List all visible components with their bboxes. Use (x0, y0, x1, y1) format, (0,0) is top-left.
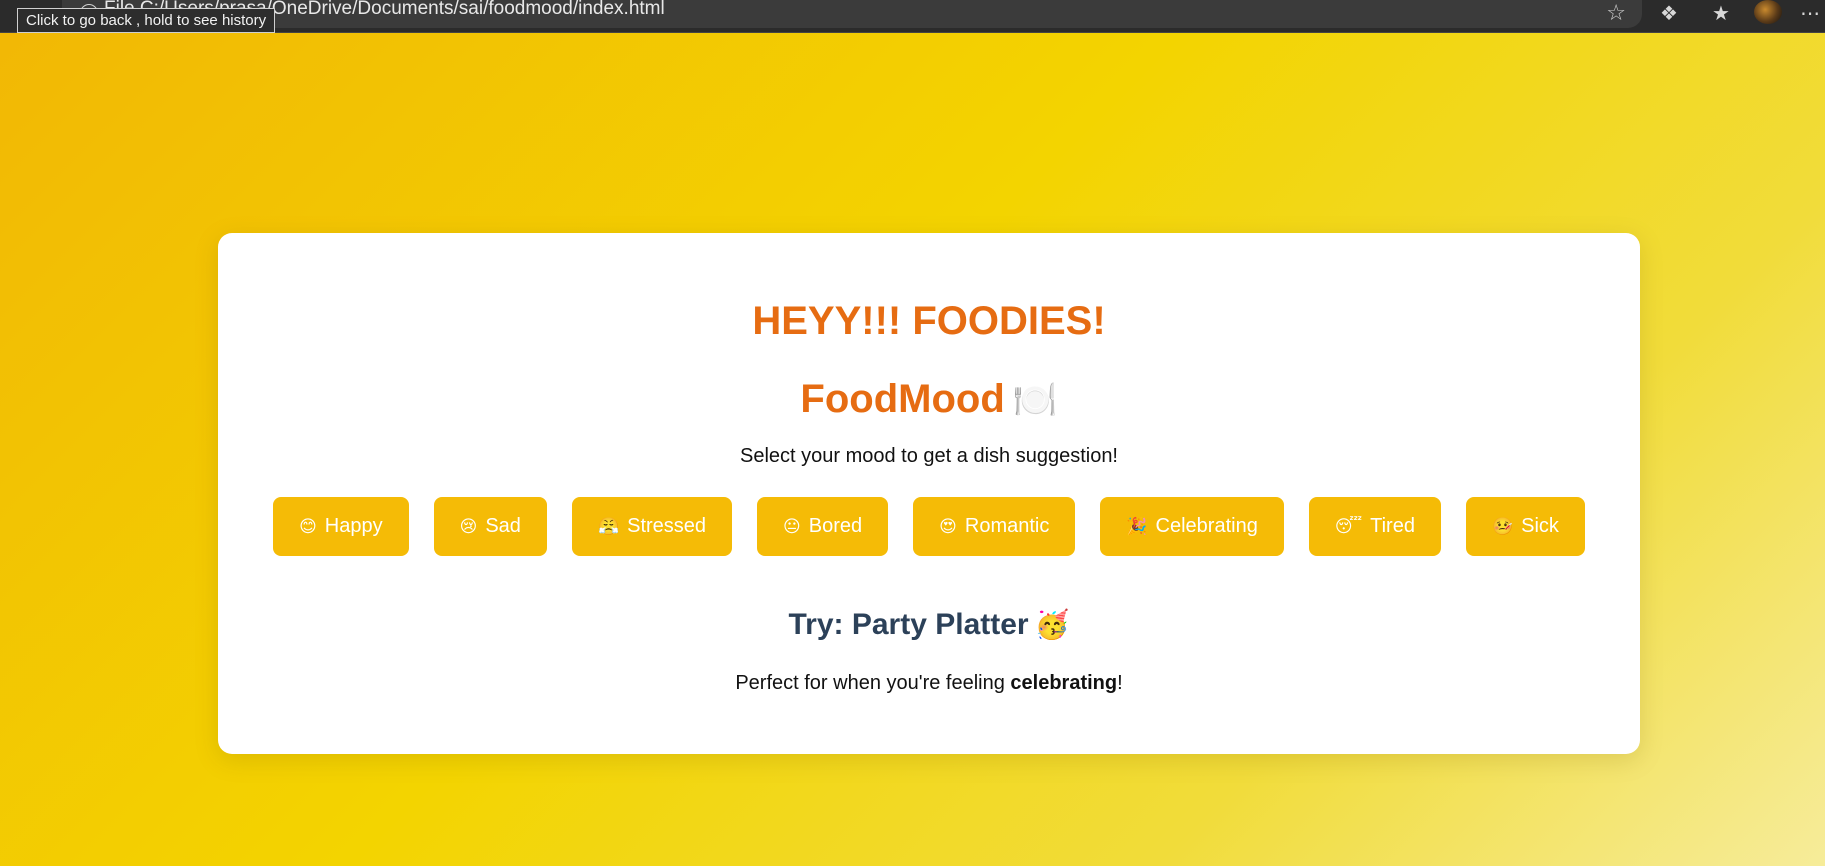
brand-name: FoodMood (800, 377, 1005, 421)
subtitle: Select your mood to get a dish suggestio… (739, 445, 1118, 467)
star-icon[interactable]: ☆ (1606, 1, 1626, 25)
foodmood-card: HEYY!!! FOODIES! FoodMood 🍽️ Select your … (218, 233, 1640, 754)
avatar[interactable] (1754, 0, 1782, 24)
reason-text: Perfect for when you're feeling (735, 672, 1011, 694)
extensions-icon[interactable]: ❖ (1660, 2, 1678, 26)
reason-end: ! (1117, 672, 1123, 694)
brand-title: FoodMood 🍽️ (218, 375, 1640, 424)
sick-face-icon: 🤒 (1491, 516, 1514, 536)
mood-label: Bored (808, 515, 863, 537)
mood-button-stressed[interactable]: 😤 Stressed (571, 497, 733, 556)
suggestion-reason: Perfect for when you're feeling celebrat… (218, 670, 1640, 696)
back-tooltip: Click to go back , hold to see history (17, 8, 276, 33)
mood-button-happy[interactable]: 😊 Happy (273, 497, 409, 556)
happy-face-icon: 😊 (299, 516, 317, 536)
mood-button-sick[interactable]: 🤒 Sick (1465, 497, 1585, 556)
mood-button-bored[interactable]: 😐 Bored (757, 497, 889, 556)
stressed-face-icon: 😤 (597, 516, 620, 536)
reason-mood: celebrating (1010, 672, 1118, 694)
mood-button-romantic[interactable]: 😍 Romantic (913, 497, 1076, 556)
bored-face-icon: 😐 (783, 516, 801, 536)
plate-icon: 🍽️ (1012, 379, 1058, 420)
suggestion-text: Try: Party Platter (788, 608, 1029, 641)
address-bar[interactable]: i File C:/Users/prasa/OneDrive/Documents… (62, 0, 1642, 28)
heart-eyes-icon: 😍 (939, 516, 957, 536)
sleeping-face-icon: 😴 (1334, 516, 1363, 536)
mood-label: Tired (1370, 515, 1415, 537)
dish-suggestion: Try: Party Platter 🥳 (218, 606, 1640, 644)
mood-button-group: 😊 Happy 😢 Sad 😤 Stressed 😐 Bored 😍 Romantic 🎉… (218, 497, 1640, 556)
mood-button-celebrating[interactable]: 🎉 Celebrating (1100, 497, 1284, 556)
mood-label: Stressed (627, 515, 707, 537)
party-popper-icon: 🎉 (1126, 516, 1148, 536)
mood-button-tired[interactable]: 😴 Tired (1308, 497, 1441, 556)
mood-label: Sick (1521, 515, 1559, 537)
more-menu-icon[interactable]: ⋯ (1800, 2, 1820, 26)
mood-label: Romantic (964, 515, 1050, 537)
mood-button-sad[interactable]: 😢 Sad (433, 497, 547, 556)
mood-label: Happy (324, 515, 383, 537)
mood-label: Sad (485, 515, 521, 537)
party-face-icon: 🥳 (1034, 609, 1070, 640)
sad-face-icon: 😢 (459, 516, 478, 536)
favorites-icon[interactable]: ★ (1712, 2, 1730, 26)
mood-label: Celebrating (1155, 515, 1258, 537)
page-headline: HEYY!!! FOODIES! (752, 299, 1106, 343)
